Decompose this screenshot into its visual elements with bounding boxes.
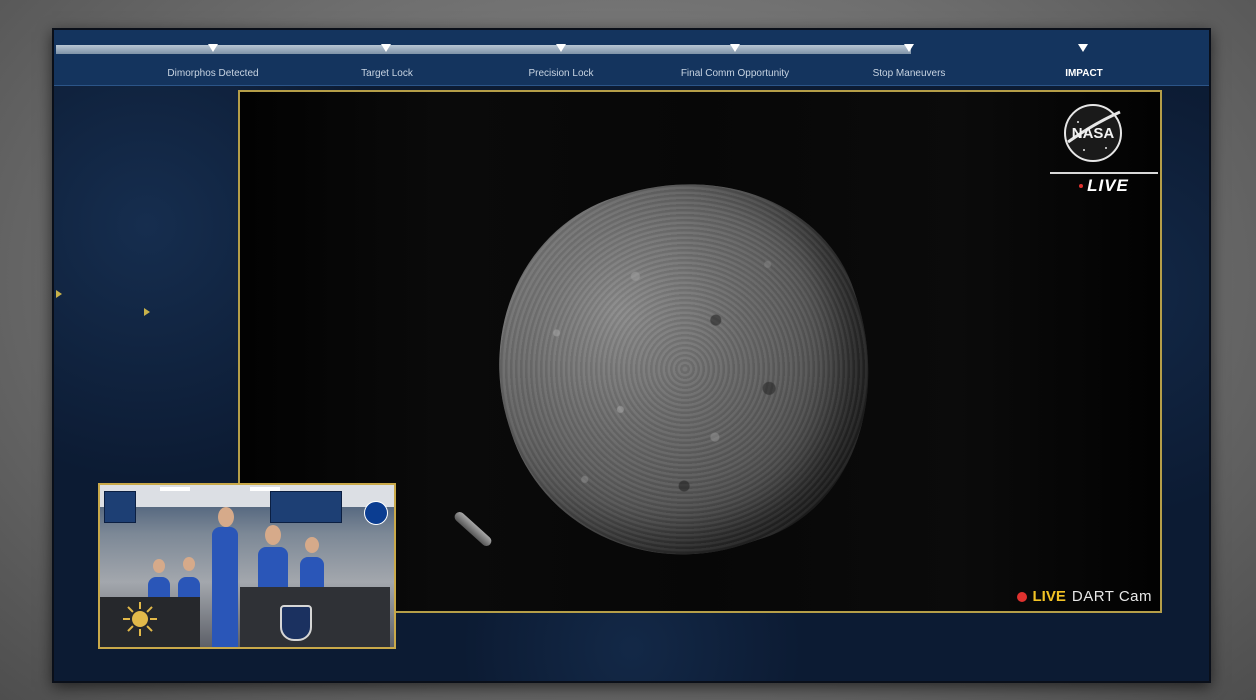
milestone-impact: IMPACT	[1065, 68, 1103, 79]
team-member-head	[265, 525, 281, 545]
side-marker-icon	[144, 308, 150, 316]
wall-screen	[270, 491, 342, 523]
nasa-logo-icon: NASA	[1064, 104, 1122, 162]
live-badge: LIVE	[1050, 172, 1158, 198]
team-member	[212, 527, 238, 647]
broadcast-frame: Dimorphos Detected Target Lock Precision…	[52, 28, 1211, 683]
team-member-head	[305, 537, 319, 553]
pip-ceiling	[100, 485, 394, 507]
timeline-tick-icon	[904, 44, 914, 52]
milestone-stop-maneuvers: Stop Maneuvers	[872, 68, 946, 79]
recording-dot-icon	[1016, 591, 1027, 602]
svg-text:NASA: NASA	[1072, 125, 1115, 142]
wall-screen	[104, 491, 136, 523]
milestone-target-lock: Target Lock	[361, 68, 413, 79]
timeline-tick-icon	[730, 44, 740, 52]
team-member-head	[153, 559, 165, 573]
timeline-tick-icon	[556, 44, 566, 52]
timeline-tick-icon	[381, 44, 391, 52]
milestone-final-comm-opportunity: Final Comm Opportunity	[680, 68, 790, 79]
mission-control-pip	[98, 483, 396, 649]
team-member-head	[218, 507, 234, 527]
console-desk	[240, 587, 390, 647]
live-label: LIVE	[1032, 588, 1066, 605]
live-badge-label: LIVE	[1087, 176, 1129, 195]
live-dot-icon	[1079, 184, 1084, 188]
feed-name-label: DART Cam	[1071, 588, 1152, 605]
timeline-tick-icon	[208, 44, 218, 52]
timeline-tick-icon	[1078, 44, 1088, 52]
ceiling-light	[160, 487, 190, 491]
milestone-precision-lock: Precision Lock	[528, 68, 594, 79]
apl-shield-icon	[280, 605, 312, 641]
team-member-head	[183, 557, 195, 571]
cbs-sun-icon	[123, 602, 157, 636]
nasa-meatball-icon	[364, 501, 388, 525]
milestone-dimorphos-detected: Dimorphos Detected	[167, 68, 259, 79]
mission-timeline: Dimorphos Detected Target Lock Precision…	[54, 30, 1209, 86]
side-marker-icon	[56, 290, 62, 298]
dart-cam-live-indicator: LIVE DART Cam	[1016, 588, 1152, 605]
timeline-progress-bar	[56, 45, 911, 54]
